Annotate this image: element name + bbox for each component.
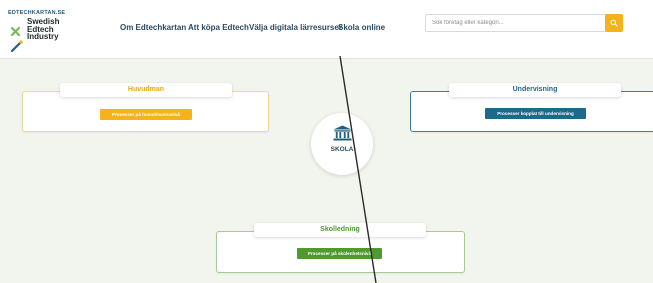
card-title-huvudman: Huvudman [60, 83, 232, 97]
site-header: EDTECHKARTAN.SE Swedish Edtech Industry … [0, 0, 653, 59]
nav-item-om-edtechkartan[interactable]: Om Edtechkartan [120, 23, 186, 32]
button-processer-undervisning[interactable]: Processer kopplat till undervisning [485, 108, 586, 119]
card-title-skolledning: Skolledning [254, 223, 426, 237]
button-processer-skolledning[interactable]: Processer på skolenhetsnivå [297, 248, 382, 259]
logo-line-3: Industry [27, 32, 59, 41]
hub-label: SKOLA [330, 146, 354, 153]
nav-item-valja-digitala-larresurser[interactable]: Välja digitala lärresurser [249, 23, 342, 32]
search-input[interactable] [426, 15, 606, 31]
logo-site-name: EDTECHKARTAN.SE [8, 10, 66, 16]
nav-item-att-kopa-edtech[interactable]: Att köpa Edtech [188, 23, 249, 32]
search-box [425, 14, 623, 32]
site-logo[interactable]: EDTECHKARTAN.SE Swedish Edtech Industry [8, 10, 88, 54]
search-icon [610, 19, 618, 27]
button-processer-huvudman[interactable]: Processer på huvudmannanivå [100, 109, 192, 120]
institution-icon [333, 125, 352, 141]
search-button[interactable] [605, 14, 623, 32]
card-title-undervisning: Undervisning [449, 83, 621, 97]
nav-item-skola-online[interactable]: Skola online [338, 23, 385, 32]
logo-wordmark: Swedish Edtech Industry [27, 18, 59, 41]
logo-mark-icon [10, 26, 23, 53]
hub-skola[interactable]: SKOLA [311, 113, 373, 175]
